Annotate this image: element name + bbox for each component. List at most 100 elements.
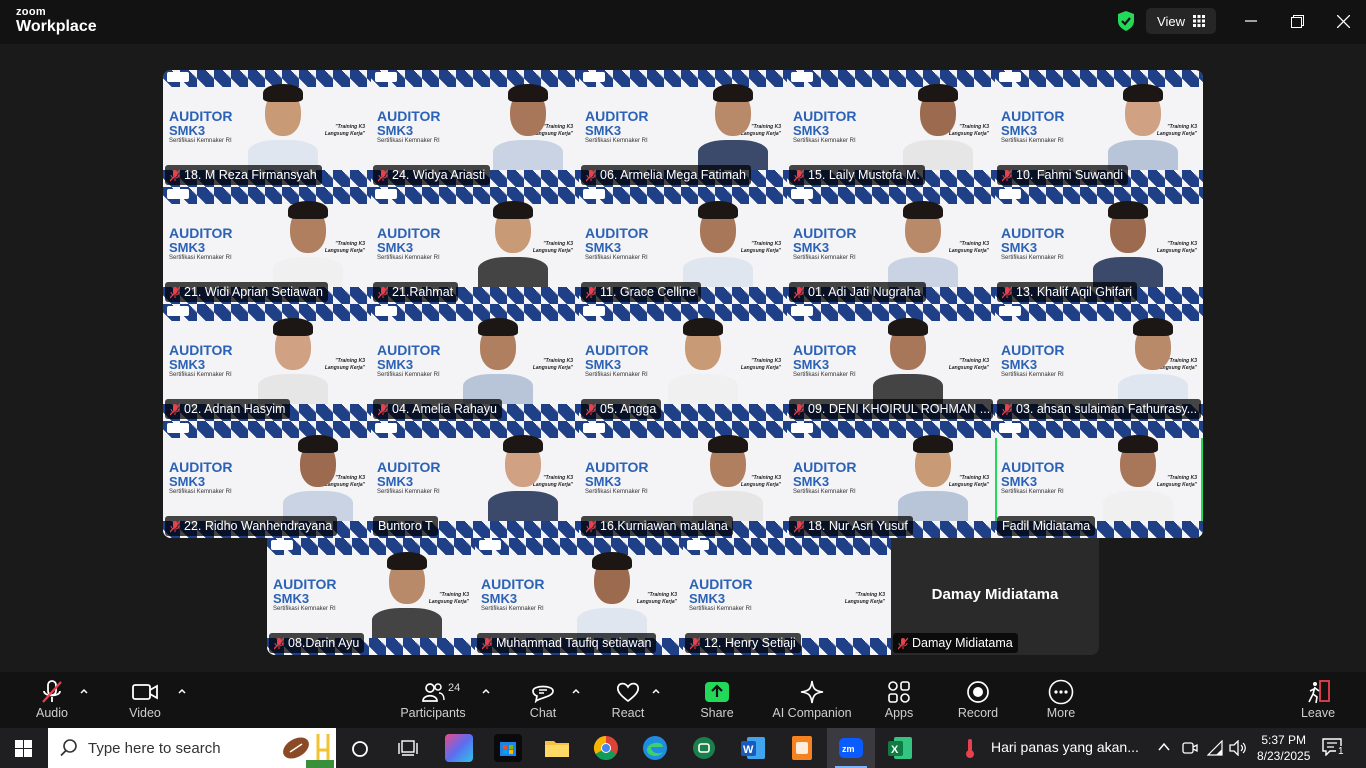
share-label: Share (700, 706, 734, 720)
react-label: React (611, 706, 645, 720)
participant-name: 02. Adnan Hasyim (184, 402, 286, 416)
participant-tile[interactable]: AUDITOR SMK3 Sertifikasi Kemnaker RI "Train… (163, 304, 371, 421)
participant-name-tag: 03. ahsan sulaiman Fathurrasy... (997, 399, 1201, 419)
zoom-logo: zoom Workplace (16, 7, 97, 35)
participant-video (473, 187, 553, 287)
participant-tile[interactable]: AUDITOR SMK3 Sertifikasi Kemnaker RI "Train… (579, 421, 787, 538)
svg-text:zm: zm (842, 744, 855, 754)
participant-name-tag: 10. Fahmi Suwandi (997, 165, 1129, 185)
audio-button[interactable]: Audio (28, 678, 76, 720)
participant-tile[interactable]: AUDITOR SMK3 Sertifikasi Kemnaker RI "Train… (995, 421, 1203, 538)
slide-line-3: Sertifikasi Kemnaker RI (689, 606, 752, 612)
pdf-app-icon[interactable] (788, 734, 816, 762)
volume-icon[interactable] (1229, 740, 1247, 756)
copilot-icon[interactable] (445, 734, 473, 762)
task-view-icon[interactable] (398, 739, 418, 757)
participant-video (883, 187, 963, 287)
apps-button[interactable]: Apps (877, 678, 921, 720)
security-shield-icon[interactable] (1116, 10, 1136, 32)
slide-line-2: SMK3 (793, 123, 830, 138)
participant-tile[interactable]: AUDITOR SMK3 Sertifikasi Kemnaker RI "Train… (995, 187, 1203, 304)
teams-like-app-icon[interactable] (690, 734, 718, 762)
taskbar-clock[interactable]: 5:37 PM 8/23/2025 (1257, 732, 1310, 764)
participant-tile[interactable]: AUDITOR SMK3 Sertifikasi Kemnaker RI "Train… (995, 304, 1203, 421)
chrome-icon[interactable] (592, 734, 620, 762)
participant-name: 18. Nur Asri Yusuf (808, 519, 908, 533)
notification-count: 1 (1336, 746, 1346, 757)
microsoft-store-icon[interactable] (494, 734, 522, 762)
participant-tile[interactable]: AUDITOR SMK3 Sertifikasi Kemnaker RI "Train… (787, 187, 995, 304)
participant-video (898, 70, 978, 170)
slide-line-1: AUDITOR (585, 225, 649, 241)
participant-tile[interactable]: AUDITOR SMK3 Sertifikasi Kemnaker RI "Train… (371, 421, 579, 538)
excel-icon[interactable]: X (886, 734, 914, 762)
video-button[interactable]: Video (121, 678, 169, 720)
brand-logo (583, 306, 605, 316)
react-button[interactable]: React (606, 678, 650, 720)
slide-line-3: Sertifikasi Kemnaker RI (273, 606, 336, 612)
ai-companion-button[interactable]: AI Companion (770, 678, 854, 720)
participant-tile[interactable]: AUDITOR SMK3 Sertifikasi Kemnaker RI "Train… (995, 70, 1203, 187)
participant-tile[interactable]: AUDITOR SMK3 Sertifikasi Kemnaker RI "Train… (579, 304, 787, 421)
more-button[interactable]: More (1039, 678, 1083, 720)
view-button[interactable]: View (1146, 8, 1216, 34)
maximize-button[interactable] (1282, 8, 1312, 34)
participant-tile[interactable]: AUDITOR SMK3 Sertifikasi Kemnaker RI "Train… (163, 187, 371, 304)
participant-tile[interactable]: AUDITOR SMK3 Sertifikasi Kemnaker RI "Train… (163, 421, 371, 538)
clock-time: 5:37 PM (1261, 733, 1307, 747)
react-options-chevron-icon[interactable] (651, 686, 661, 696)
file-explorer-icon[interactable] (543, 734, 571, 762)
chat-options-chevron-icon[interactable] (571, 686, 581, 696)
edge-icon[interactable] (641, 734, 669, 762)
windows-start-icon[interactable] (15, 740, 32, 757)
participant-tile[interactable]: AUDITOR SMK3 Sertifikasi Kemnaker RI "Train… (371, 70, 579, 187)
weather-text[interactable]: Hari panas yang akan... (991, 739, 1139, 755)
cortana-circle-icon[interactable] (351, 740, 369, 758)
minimize-button[interactable] (1236, 8, 1266, 34)
close-button[interactable] (1328, 8, 1358, 34)
brand-logo (375, 423, 397, 433)
record-label: Record (957, 706, 999, 720)
participant-tile[interactable]: AUDITOR SMK3 Sertifikasi Kemnaker RI "Train… (371, 304, 579, 421)
participant-tile[interactable]: AUDITOR SMK3 Sertifikasi Kemnaker RI "Train… (683, 538, 891, 655)
leave-button[interactable]: Leave (1296, 678, 1340, 720)
participant-tile[interactable]: AUDITOR SMK3 Sertifikasi Kemnaker RI "Train… (579, 70, 787, 187)
share-button[interactable]: Share (695, 678, 739, 720)
video-options-chevron-icon[interactable] (177, 686, 187, 696)
participant-video (483, 421, 563, 521)
network-icon[interactable] (1207, 740, 1223, 756)
word-icon[interactable]: W (739, 734, 767, 762)
participant-name: 15. Laily Mustofa M. (808, 168, 920, 182)
participant-name-tag: 18. M Reza Firmansyah (165, 165, 322, 185)
participants-options-chevron-icon[interactable] (481, 686, 491, 696)
slide-line-1: AUDITOR (1001, 108, 1065, 124)
participant-tile[interactable]: AUDITOR SMK3 Sertifikasi Kemnaker RI "Train… (787, 421, 995, 538)
audio-options-chevron-icon[interactable] (79, 686, 89, 696)
slide-line-1: AUDITOR (1001, 342, 1065, 358)
participant-name-tag: 04. Amelia Rahayu (373, 399, 502, 419)
record-button[interactable]: Record (956, 678, 1000, 720)
notification-center-button[interactable]: 1 (1322, 738, 1346, 758)
slide-line-3: Sertifikasi Kemnaker RI (793, 138, 856, 144)
brand-logo (271, 540, 293, 550)
participant-tile[interactable]: AUDITOR SMK3 Sertifikasi Kemnaker RI "Train… (475, 538, 683, 655)
meet-now-icon[interactable] (1182, 740, 1198, 756)
slide-line-1: AUDITOR (1001, 225, 1065, 241)
slide-line-2: SMK3 (1001, 123, 1038, 138)
participant-tile[interactable]: AUDITOR SMK3 Sertifikasi Kemnaker RI "Train… (267, 538, 475, 655)
tray-chevron-up-icon[interactable] (1157, 741, 1171, 753)
brand-logo (375, 189, 397, 199)
participant-tile[interactable]: Damay Midiatama Damay Midiatama (891, 538, 1099, 655)
weather-thermometer-icon[interactable] (962, 737, 978, 759)
close-icon (1336, 14, 1350, 28)
zoom-taskbar-item[interactable]: zm (827, 728, 875, 768)
participant-tile[interactable]: AUDITOR SMK3 Sertifikasi Kemnaker RI "Train… (163, 70, 371, 187)
participant-tile[interactable]: AUDITOR SMK3 Sertifikasi Kemnaker RI "Train… (579, 187, 787, 304)
participants-button[interactable]: 24 Participants (398, 678, 468, 720)
chat-button[interactable]: Chat (521, 678, 565, 720)
participant-tile[interactable]: AUDITOR SMK3 Sertifikasi Kemnaker RI "Train… (787, 304, 995, 421)
taskbar-search-box[interactable]: Type here to search (48, 728, 336, 768)
chat-bubble-icon (532, 685, 554, 703)
participant-tile[interactable]: AUDITOR SMK3 Sertifikasi Kemnaker RI "Train… (371, 187, 579, 304)
participant-tile[interactable]: AUDITOR SMK3 Sertifikasi Kemnaker RI "Train… (787, 70, 995, 187)
